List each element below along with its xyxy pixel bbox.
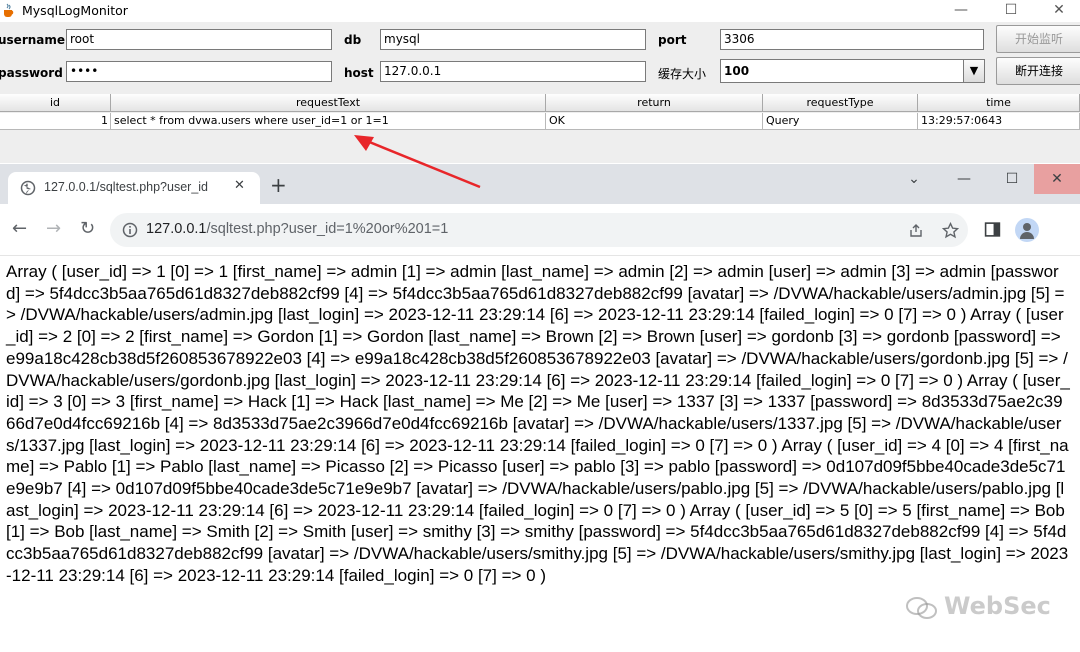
disconnect-button[interactable]: 断开连接 (996, 57, 1080, 85)
port-input[interactable]: 3306 (720, 29, 984, 50)
host-input[interactable]: 127.0.0.1 (380, 61, 646, 82)
page-output-text: Array ( [user_id] => 1 [0] => 1 [first_n… (6, 262, 1070, 585)
profile-icon[interactable] (1015, 218, 1039, 242)
db-input[interactable]: mysql (380, 29, 646, 50)
password-input[interactable]: •••• (66, 61, 332, 82)
app-title: MysqlLogMonitor (22, 3, 128, 18)
app-minimize-button[interactable]: — (938, 0, 984, 22)
forward-button[interactable]: → (46, 218, 61, 240)
column-header-return[interactable]: return (546, 94, 763, 112)
browser-maximize-button[interactable]: ☐ (988, 164, 1036, 194)
java-cup-icon (4, 3, 14, 17)
start-listen-button[interactable]: 开始监听 (996, 25, 1080, 53)
red-arrow (354, 135, 481, 189)
db-label: db (344, 33, 362, 47)
new-tab-button[interactable]: + (270, 175, 287, 195)
table-cell-requesttype[interactable]: Query (763, 113, 918, 130)
back-button[interactable]: ← (12, 218, 27, 240)
log-table: id requestText return requestType time 1… (0, 94, 1080, 132)
column-header-time[interactable]: time (918, 94, 1080, 112)
app-maximize-button[interactable]: ☐ (988, 0, 1034, 22)
port-label: port (658, 33, 687, 47)
app-titlebar: MysqlLogMonitor — ☐ ✕ (0, 0, 1080, 22)
tab-close-icon[interactable]: ✕ (234, 178, 245, 193)
browser-minimize-button[interactable]: — (940, 164, 988, 194)
column-header-id[interactable]: id (0, 94, 111, 112)
cache-size-select[interactable]: 100 (720, 59, 964, 83)
star-icon[interactable] (942, 222, 959, 239)
wechat-icon (906, 597, 937, 619)
browser-window: 127.0.0.1/sqltest.php?user_id ✕ + ⌄ — ☐ … (0, 164, 1080, 652)
tab-title: 127.0.0.1/sqltest.php?user_id (44, 180, 209, 194)
username-label: username (0, 33, 66, 47)
password-label: password (0, 66, 63, 80)
info-icon[interactable] (122, 222, 138, 238)
table-cell-time[interactable]: 13:29:57:0643 (918, 113, 1080, 130)
url-text[interactable]: 127.0.0.1/sqltest.php?user_id=1%20or%201… (146, 221, 448, 237)
tab-search-chevron-icon[interactable]: ⌄ (890, 164, 938, 194)
column-header-requesttype[interactable]: requestType (763, 94, 918, 112)
url-path: /sqltest.php?user_id=1%20or%201=1 (206, 221, 449, 237)
column-header-requesttext[interactable]: requestText (111, 94, 546, 112)
mysql-log-monitor-window: MysqlLogMonitor — ☐ ✕ username root db m… (0, 0, 1080, 163)
side-panel-icon[interactable] (984, 221, 1001, 238)
tab-sqltest[interactable]: 127.0.0.1/sqltest.php?user_id ✕ (8, 172, 260, 204)
browser-toolbar: ← → ↻ 127.0.0.1/sqltest.php?user_id=1%20… (0, 204, 1080, 256)
address-bar[interactable]: 127.0.0.1/sqltest.php?user_id=1%20or%201… (110, 213, 968, 247)
cache-size-label: 缓存大小 (658, 67, 707, 81)
chevron-down-icon[interactable]: ▼ (963, 59, 985, 83)
share-icon[interactable] (908, 223, 924, 239)
browser-close-button[interactable]: ✕ (1034, 164, 1080, 194)
url-host: 127.0.0.1 (146, 221, 207, 237)
table-cell-id[interactable]: 1 (0, 113, 111, 130)
reload-button[interactable]: ↻ (80, 218, 95, 240)
host-label: host (344, 66, 374, 80)
tab-strip: 127.0.0.1/sqltest.php?user_id ✕ + ⌄ — ☐ … (0, 164, 1080, 204)
table-cell-return[interactable]: OK (546, 113, 763, 130)
app-close-button[interactable]: ✕ (1036, 0, 1080, 22)
username-input[interactable]: root (66, 29, 332, 50)
globe-icon (20, 180, 36, 196)
watermark: WebSec (944, 592, 1051, 620)
